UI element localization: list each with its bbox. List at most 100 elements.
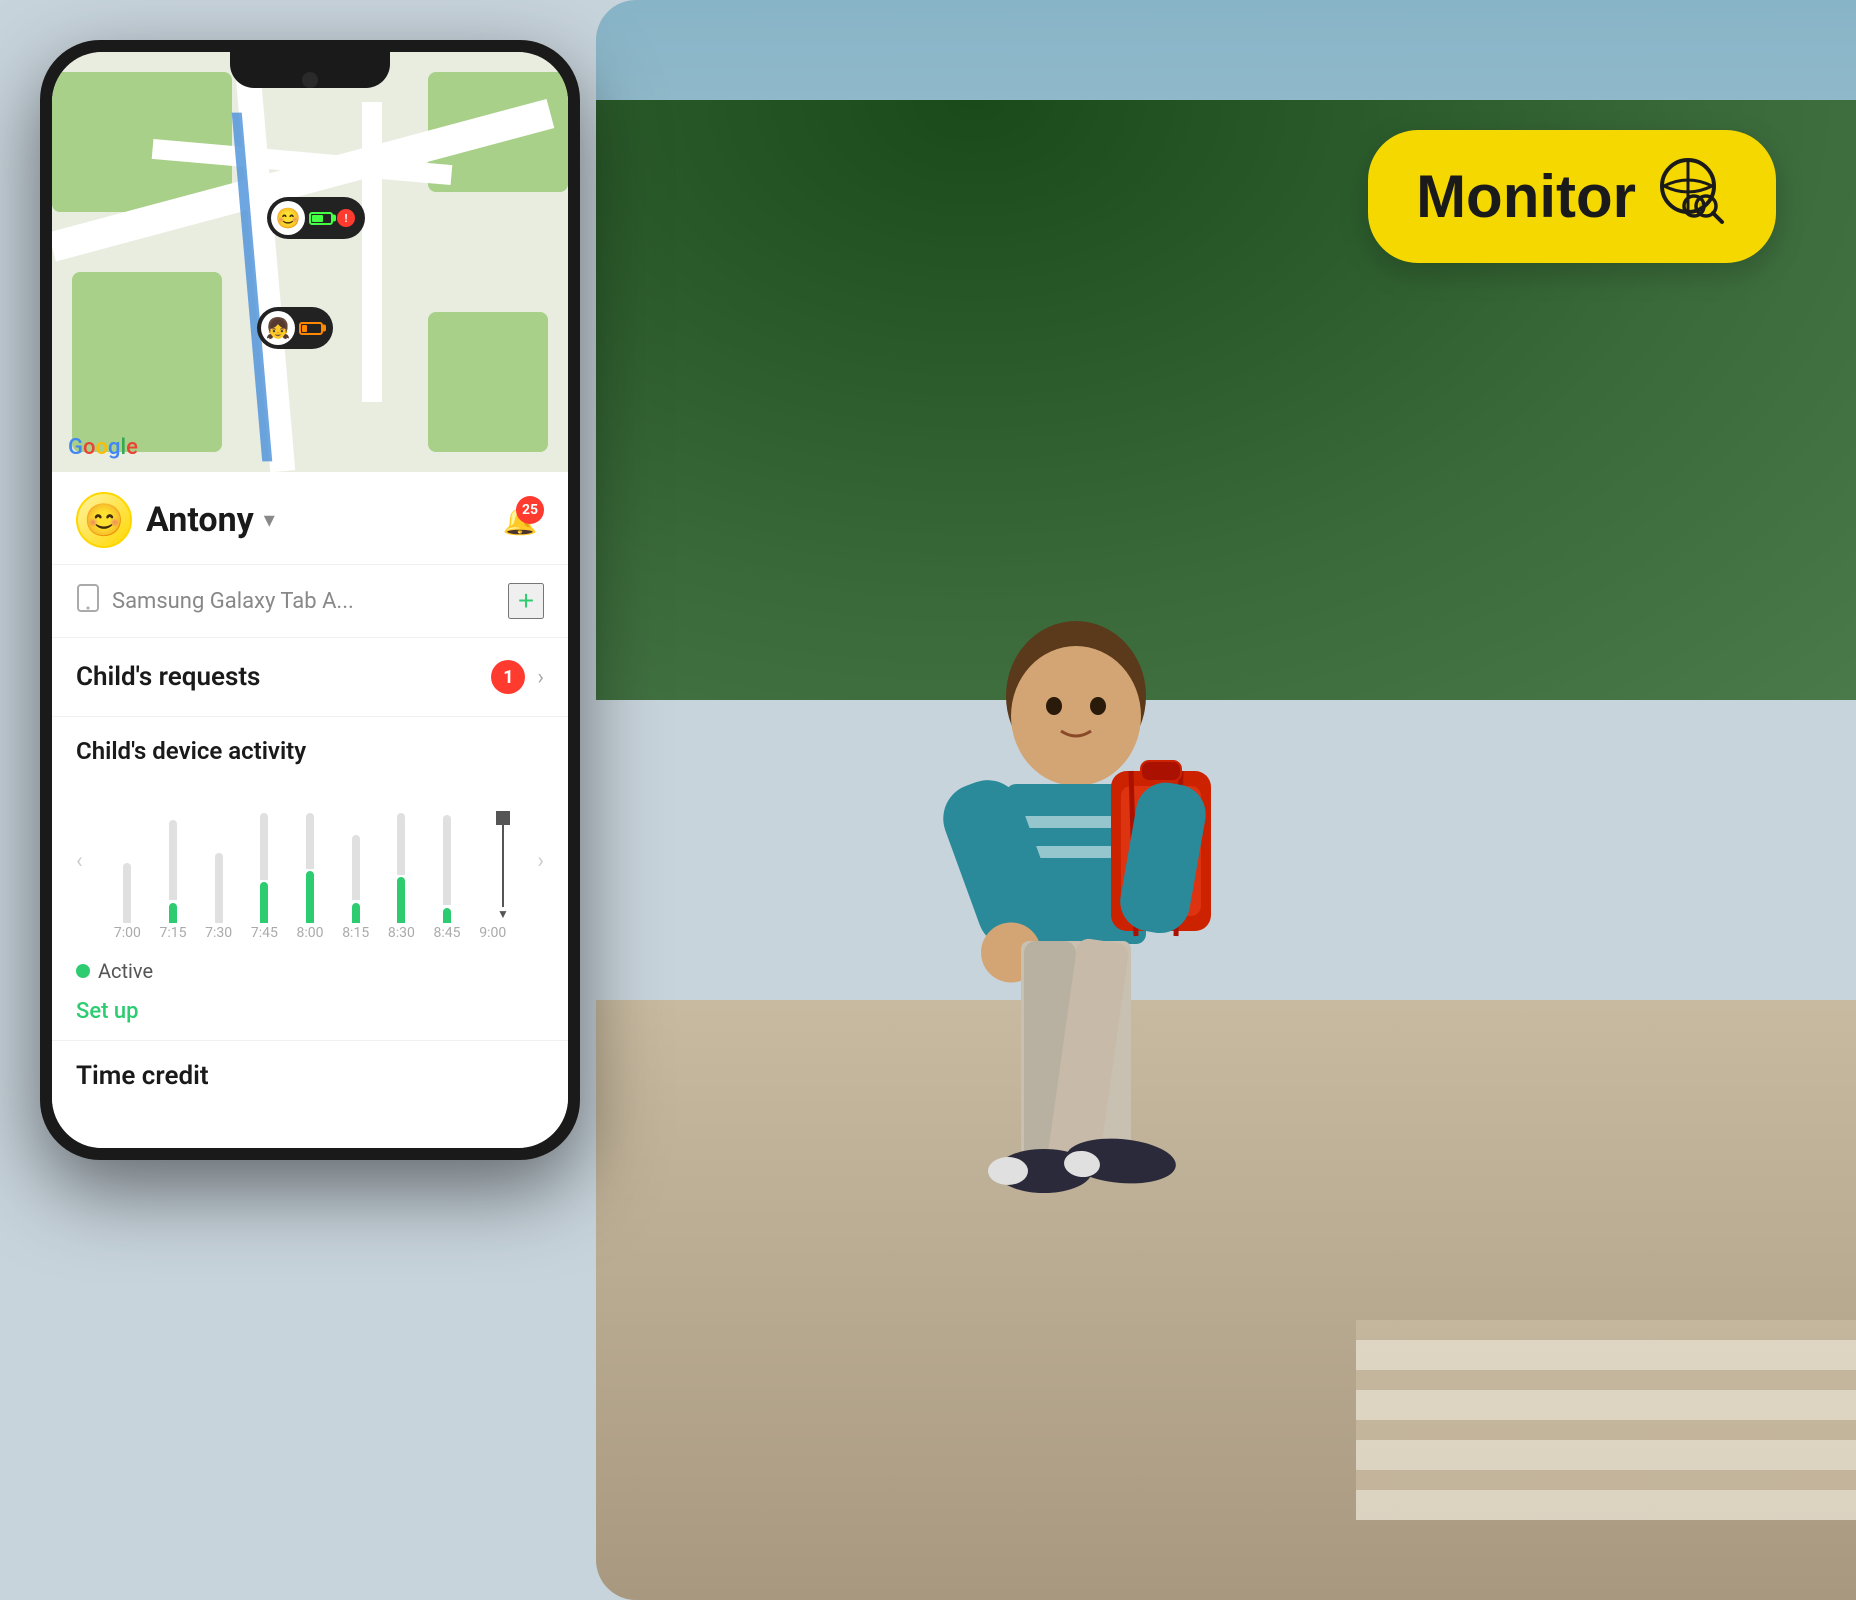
monitor-badge-container: Monitor <box>1368 130 1776 263</box>
requests-count-badge: 1 <box>491 660 525 694</box>
chart-column: 7:15 <box>152 813 195 941</box>
scene: Monitor <box>0 0 1856 1600</box>
time-credit-section: Time credit <box>52 1040 568 1111</box>
add-device-button[interactable]: + <box>508 583 544 619</box>
notification-count: 25 <box>516 496 544 524</box>
device-name: Samsung Galaxy Tab A... <box>112 589 496 614</box>
monitor-label: Monitor <box>1416 162 1636 231</box>
bar-wrapper <box>243 813 286 923</box>
battery-fill-orange <box>302 325 307 332</box>
setup-link[interactable]: Set up <box>76 999 139 1024</box>
needle-dot <box>496 811 510 825</box>
bar-limit <box>260 813 268 880</box>
activity-chart: ‹ 7:00 7:15 7:30 7:45 8:00 8:15 8:30 8:45 9:00 ▼… <box>76 781 544 941</box>
phone-mockup: Google 😊 ! 👧 <box>40 40 580 1160</box>
bar-wrapper <box>426 813 469 923</box>
bar-limit <box>443 815 451 905</box>
activity-title: Child's device activity <box>76 737 544 765</box>
battery-icon-green <box>309 212 333 225</box>
app-header: 😊 Antony ▾ 🔔 25 <box>52 472 568 565</box>
battery-indicator-2 <box>299 322 323 335</box>
bar-wrapper <box>152 813 195 923</box>
time-label: 8:30 <box>388 925 415 941</box>
phone-content-area: 😊 Antony ▾ 🔔 25 <box>52 472 568 1148</box>
setup-link-container: Set up <box>52 991 568 1040</box>
bar-actual <box>443 908 451 923</box>
tablet-icon <box>76 584 100 619</box>
timeline-needle: ▼ <box>496 811 510 921</box>
device-row[interactable]: Samsung Galaxy Tab A... + <box>52 565 568 638</box>
child-name: Antony <box>146 500 254 540</box>
notification-button[interactable]: 🔔 25 <box>496 496 544 544</box>
alert-dot-1: ! <box>337 209 355 227</box>
map-park-3 <box>72 272 222 452</box>
bar-wrapper <box>380 813 423 923</box>
bar-limit <box>215 853 223 923</box>
map-marker-1: 😊 ! <box>267 197 365 239</box>
time-label: 7:30 <box>205 925 232 941</box>
map-area: Google 😊 ! 👧 <box>52 52 568 472</box>
child-name-row: Antony ▾ <box>146 500 482 540</box>
time-label: 8:45 <box>434 925 461 941</box>
bar-limit <box>169 820 177 900</box>
map-marker-2: 👧 <box>257 307 333 349</box>
bar-wrapper <box>106 813 149 923</box>
battery-fill <box>312 215 323 222</box>
chart-column: 7:45 <box>243 813 286 941</box>
active-legend-label: Active <box>98 959 153 983</box>
bar-wrapper <box>197 813 240 923</box>
needle-line <box>502 825 504 907</box>
photo-crosswalk <box>1356 1320 1856 1520</box>
phone-notch <box>230 52 390 88</box>
bar-limit <box>397 813 405 875</box>
time-label: 7:00 <box>114 925 141 941</box>
chart-column: 8:45 <box>426 813 469 941</box>
chart-column: 8:00 <box>289 813 332 941</box>
chevron-right-icon: › <box>537 665 544 690</box>
map-road-v2 <box>362 102 382 402</box>
chart-nav-left[interactable]: ‹ <box>76 849 83 874</box>
bar-actual <box>397 877 405 923</box>
chart-column: 7:00 <box>106 813 149 941</box>
time-label: 7:15 <box>160 925 187 941</box>
time-label: 8:00 <box>297 925 324 941</box>
bar-actual <box>260 882 268 923</box>
requests-label: Child's requests <box>76 662 491 692</box>
bar-wrapper <box>289 813 332 923</box>
bar-wrapper <box>334 813 377 923</box>
chart-column: 8:30 <box>380 813 423 941</box>
monitor-button[interactable]: Monitor <box>1368 130 1776 263</box>
bar-actual <box>169 903 177 923</box>
phone-screen: Google 😊 ! 👧 <box>52 52 568 1148</box>
chart-column: 7:30 <box>197 813 240 941</box>
time-label: 8:15 <box>342 925 369 941</box>
child-avatar-marker-2: 👧 <box>261 311 295 345</box>
bar-actual <box>352 903 360 923</box>
map-park-4 <box>428 312 548 452</box>
chart-column: 8:15 <box>334 813 377 941</box>
time-credit-title: Time credit <box>76 1061 544 1091</box>
bar-limit <box>123 863 131 923</box>
google-logo: Google <box>68 435 138 460</box>
dropdown-arrow-icon[interactable]: ▾ <box>264 508 275 533</box>
legend-row: Active <box>52 951 568 991</box>
bar-limit <box>306 813 314 869</box>
background-photo: Monitor <box>596 0 1856 1600</box>
active-legend-dot <box>76 964 90 978</box>
bar-actual <box>306 871 314 923</box>
bar-limit <box>352 835 360 900</box>
front-camera <box>302 72 318 88</box>
requests-row[interactable]: Child's requests 1 › <box>52 638 568 717</box>
child-avatar: 😊 <box>76 492 132 548</box>
time-label: 7:45 <box>251 925 278 941</box>
chart-bars: 7:00 7:15 7:30 7:45 8:00 8:15 8:30 8:45 9:00 ▼ <box>106 811 514 941</box>
child-avatar-marker-1: 😊 <box>271 201 305 235</box>
chart-nav-right[interactable]: › <box>537 849 544 874</box>
battery-indicator-1 <box>309 212 333 225</box>
globe-search-icon <box>1656 154 1728 239</box>
needle-arrow: ▼ <box>497 907 509 921</box>
time-label: 9:00 <box>479 925 506 941</box>
kid-figure <box>876 616 1276 1420</box>
activity-section: Child's device activity ‹ 7:007:157:307:… <box>52 717 568 951</box>
battery-icon-orange <box>299 322 323 335</box>
